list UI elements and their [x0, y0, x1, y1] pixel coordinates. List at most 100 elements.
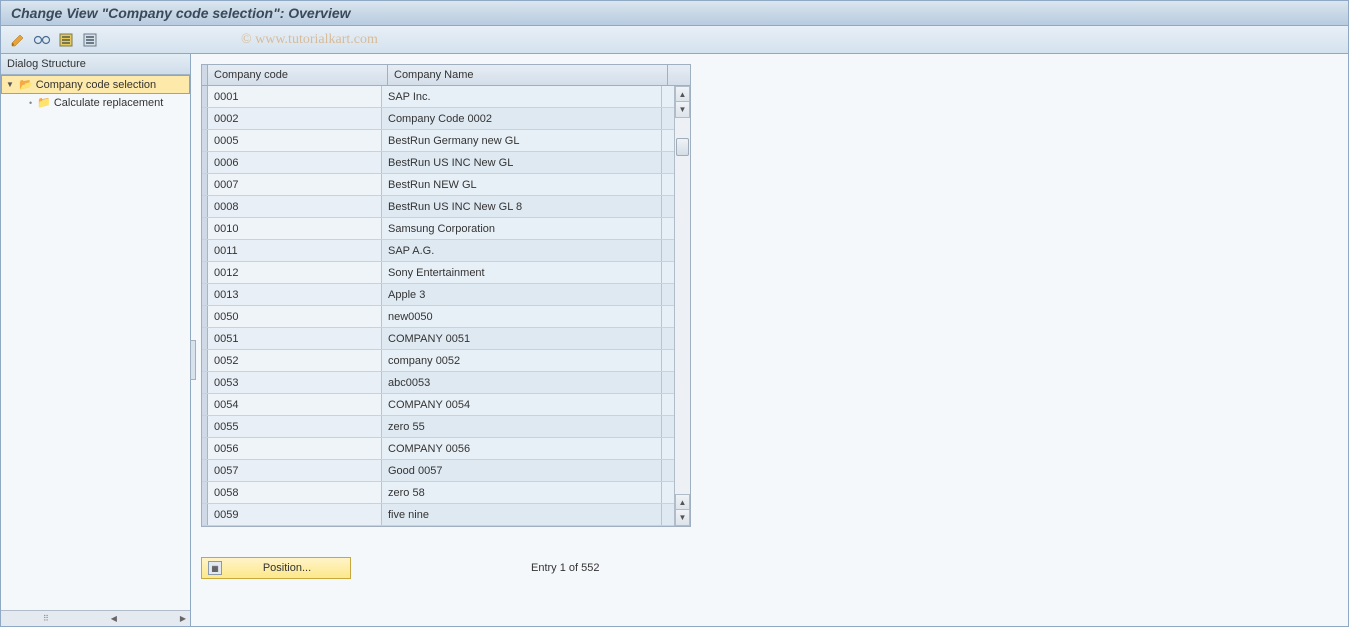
table-footer: ▦ Position... Entry 1 of 552 — [201, 557, 1338, 579]
cell-company-name[interactable]: BestRun Germany new GL — [382, 130, 662, 151]
cell-company-code[interactable]: 0010 — [208, 218, 382, 239]
dialog-structure-header: Dialog Structure — [1, 54, 190, 75]
cell-company-name[interactable]: zero 58 — [382, 482, 662, 503]
drag-handle-icon[interactable]: ⠿ — [43, 614, 50, 623]
title-bar: Change View "Company code selection": Ov… — [0, 0, 1349, 26]
scroll-track[interactable] — [675, 118, 690, 494]
cell-company-code[interactable]: 0053 — [208, 372, 382, 393]
cell-company-code[interactable]: 0055 — [208, 416, 382, 437]
folder-open-icon: 📂 — [19, 78, 33, 91]
scroll-up-page-icon[interactable]: ▲ — [675, 494, 690, 510]
table-row[interactable]: 0051COMPANY 0051 — [202, 328, 674, 350]
cell-company-name[interactable]: five nine — [382, 504, 662, 525]
cell-company-code[interactable]: 0056 — [208, 438, 382, 459]
splitter-handle[interactable] — [190, 340, 196, 380]
cell-company-code[interactable]: 0050 — [208, 306, 382, 327]
table-header: Company code Company Name — [202, 65, 690, 86]
scroll-right-icon[interactable]: ▶ — [178, 614, 188, 623]
tree-label: Calculate replacement — [54, 97, 163, 109]
cell-company-code[interactable]: 0058 — [208, 482, 382, 503]
content-area: Company code Company Name 0001SAP Inc.00… — [191, 54, 1348, 626]
table-row[interactable]: 0007BestRun NEW GL — [202, 174, 674, 196]
tree-bullet-icon: • — [29, 98, 32, 108]
tree-collapse-icon[interactable]: ▼ — [6, 80, 16, 89]
sidebar-horizontal-scrollbar[interactable]: ⠿ ◀ ▶ — [1, 610, 190, 626]
scroll-left-icon[interactable]: ◀ — [109, 614, 119, 623]
table-row[interactable]: 0053abc0053 — [202, 372, 674, 394]
cell-company-code[interactable]: 0051 — [208, 328, 382, 349]
dialog-structure-panel: Dialog Structure ▼ 📂 Company code select… — [1, 54, 191, 626]
cell-company-code[interactable]: 0005 — [208, 130, 382, 151]
scroll-thumb[interactable] — [676, 138, 689, 156]
cell-company-name[interactable]: Good 0057 — [382, 460, 662, 481]
cell-company-name[interactable]: zero 55 — [382, 416, 662, 437]
cell-company-code[interactable]: 0059 — [208, 504, 382, 525]
table-row[interactable]: 0002Company Code 0002 — [202, 108, 674, 130]
cell-company-name[interactable]: SAP Inc. — [382, 86, 662, 107]
cell-company-name[interactable]: BestRun US INC New GL — [382, 152, 662, 173]
table-row[interactable]: 0054COMPANY 0054 — [202, 394, 674, 416]
cell-company-code[interactable]: 0001 — [208, 86, 382, 107]
table-row[interactable]: 0010Samsung Corporation — [202, 218, 674, 240]
table-row[interactable]: 0008BestRun US INC New GL 8 — [202, 196, 674, 218]
scroll-gutter-header — [668, 65, 684, 85]
table-row[interactable]: 0056COMPANY 0056 — [202, 438, 674, 460]
table-row[interactable]: 0005BestRun Germany new GL — [202, 130, 674, 152]
deselect-all-icon[interactable] — [81, 31, 99, 49]
table-row[interactable]: 0057Good 0057 — [202, 460, 674, 482]
table-row[interactable]: 0052company 0052 — [202, 350, 674, 372]
cell-company-name[interactable]: SAP A.G. — [382, 240, 662, 261]
cell-company-name[interactable]: new0050 — [382, 306, 662, 327]
cell-company-name[interactable]: Sony Entertainment — [382, 262, 662, 283]
cell-company-code[interactable]: 0006 — [208, 152, 382, 173]
table-row[interactable]: 0013Apple 3 — [202, 284, 674, 306]
cell-company-name[interactable]: Apple 3 — [382, 284, 662, 305]
position-button[interactable]: ▦ Position... — [201, 557, 351, 579]
table-row[interactable]: 0058zero 58 — [202, 482, 674, 504]
table-row[interactable]: 0006BestRun US INC New GL — [202, 152, 674, 174]
tree-item-calculate-replacement[interactable]: • 📁 Calculate replacement — [1, 94, 190, 111]
column-header-name[interactable]: Company Name — [388, 65, 668, 85]
tree-item-company-code-selection[interactable]: ▼ 📂 Company code selection — [1, 75, 190, 94]
position-label: Position... — [230, 562, 344, 574]
cell-company-code[interactable]: 0002 — [208, 108, 382, 129]
table-row[interactable]: 0050new0050 — [202, 306, 674, 328]
scroll-up-icon[interactable]: ▲ — [675, 86, 690, 102]
table-row[interactable]: 0001SAP Inc. — [202, 86, 674, 108]
cell-company-name[interactable]: Samsung Corporation — [382, 218, 662, 239]
table-vertical-scrollbar[interactable]: ▲ ▼ ▲ ▼ — [674, 86, 690, 526]
cell-company-code[interactable]: 0013 — [208, 284, 382, 305]
table-row[interactable]: 0011SAP A.G. — [202, 240, 674, 262]
cell-company-name[interactable]: abc0053 — [382, 372, 662, 393]
cell-company-name[interactable]: company 0052 — [382, 350, 662, 371]
cell-company-code[interactable]: 0012 — [208, 262, 382, 283]
folder-closed-icon: 📁 — [37, 96, 51, 109]
glasses-icon[interactable] — [33, 31, 51, 49]
cell-company-code[interactable]: 0057 — [208, 460, 382, 481]
cell-company-name[interactable]: BestRun NEW GL — [382, 174, 662, 195]
cell-company-name[interactable]: COMPANY 0051 — [382, 328, 662, 349]
table-row[interactable]: 0059five nine — [202, 504, 674, 526]
scroll-down-page-icon[interactable]: ▼ — [675, 510, 690, 526]
tree-label: Company code selection — [36, 79, 156, 91]
scroll-down-icon[interactable]: ▼ — [675, 102, 690, 118]
tree-area: ▼ 📂 Company code selection • 📁 Calculate… — [1, 75, 190, 610]
page-title: Change View "Company code selection": Ov… — [11, 5, 351, 21]
column-header-code[interactable]: Company code — [208, 65, 388, 85]
change-icon[interactable] — [9, 31, 27, 49]
position-icon: ▦ — [208, 561, 222, 575]
table-row[interactable]: 0055zero 55 — [202, 416, 674, 438]
cell-company-code[interactable]: 0054 — [208, 394, 382, 415]
table-row[interactable]: 0012Sony Entertainment — [202, 262, 674, 284]
cell-company-code[interactable]: 0008 — [208, 196, 382, 217]
cell-company-code[interactable]: 0011 — [208, 240, 382, 261]
cell-company-code[interactable]: 0007 — [208, 174, 382, 195]
cell-company-name[interactable]: COMPANY 0054 — [382, 394, 662, 415]
cell-company-name[interactable]: COMPANY 0056 — [382, 438, 662, 459]
main-container: Dialog Structure ▼ 📂 Company code select… — [0, 54, 1349, 627]
cell-company-code[interactable]: 0052 — [208, 350, 382, 371]
cell-company-name[interactable]: Company Code 0002 — [382, 108, 662, 129]
cell-company-name[interactable]: BestRun US INC New GL 8 — [382, 196, 662, 217]
watermark: © www.tutorialkart.com — [241, 32, 378, 48]
select-all-icon[interactable] — [57, 31, 75, 49]
